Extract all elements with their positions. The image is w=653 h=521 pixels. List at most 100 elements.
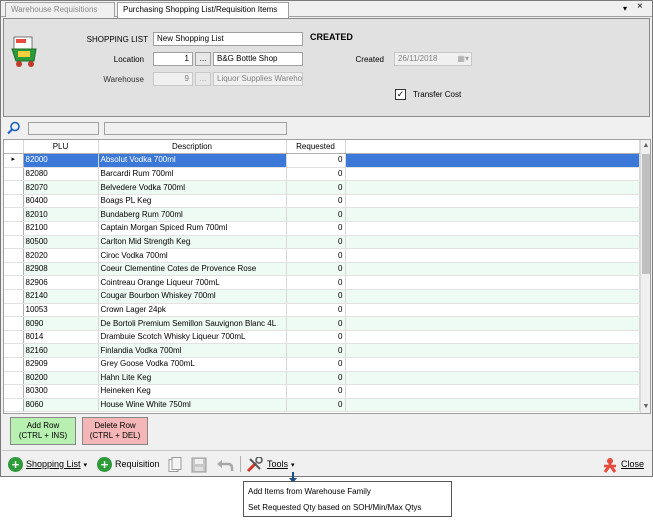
search-icon[interactable] [7, 121, 21, 135]
table-row[interactable]: 8090 De Bortoli Premium Semillon Sauvigno… [4, 316, 640, 331]
plu-cell[interactable]: 8014 [23, 330, 99, 345]
menu-item-set-requested-qty[interactable]: Set Requested Qty based on SOH/Min/Max Q… [248, 501, 421, 515]
shopping-list-name-field[interactable]: New Shopping List [153, 32, 303, 46]
scroll-thumb[interactable] [642, 154, 650, 274]
plu-cell[interactable]: 80500 [23, 235, 99, 250]
plu-cell[interactable]: 82906 [23, 275, 99, 291]
shopping-list-menu-button[interactable]: + Shopping List ▾ [8, 455, 87, 473]
requisition-button[interactable]: + Requisition [97, 455, 160, 473]
requested-cell[interactable]: 0 [286, 398, 346, 413]
requested-cell[interactable]: 0 [286, 289, 346, 304]
requested-cell[interactable]: 0 [286, 235, 346, 250]
description-cell[interactable]: Coeur Clementine Cotes de Provence Rose [98, 262, 287, 277]
description-cell[interactable]: Captain Morgan Spiced Rum 700ml [98, 221, 287, 236]
column-header-requested[interactable]: Requested [286, 140, 346, 155]
tab-list-dropdown-icon[interactable]: ▾ [623, 3, 627, 15]
requested-cell[interactable]: 0 [286, 316, 346, 331]
table-row[interactable]: 82909 Grey Goose Vodka 700mL 0 [4, 357, 640, 372]
table-row[interactable]: 82080 Barcardi Rum 700ml 0 [4, 167, 640, 182]
plu-cell[interactable]: 82020 [23, 248, 99, 263]
location-id-field[interactable]: 1 [153, 52, 193, 66]
menu-item-add-items-from-warehouse-family[interactable]: Add Items from Warehouse Family [248, 485, 371, 499]
plu-cell[interactable]: 82100 [23, 221, 99, 236]
tab-warehouse-requisitions[interactable]: Warehouse Requisitions [5, 2, 115, 17]
plu-cell[interactable]: 82080 [23, 167, 99, 182]
plu-cell[interactable]: 82070 [23, 180, 99, 195]
description-cell[interactable]: House Wine White 750ml [98, 398, 287, 413]
plu-cell[interactable]: 82160 [23, 343, 99, 358]
scroll-down-icon[interactable]: ▼ [641, 401, 650, 413]
tab-close-icon[interactable]: × [637, 1, 643, 13]
table-row[interactable]: 80500 Carlton Mid Strength Keg 0 [4, 235, 640, 250]
plu-cell[interactable]: 80300 [23, 384, 99, 399]
table-row[interactable]: 82100 Captain Morgan Spiced Rum 700ml 0 [4, 221, 640, 236]
requested-cell[interactable]: 0 [286, 343, 346, 358]
table-row[interactable]: 8014 Drambuie Scotch Whisky Liqueur 700mL… [4, 330, 640, 345]
plu-cell[interactable]: 82010 [23, 207, 99, 223]
description-cell[interactable]: Grey Goose Vodka 700mL [98, 357, 287, 372]
requested-cell[interactable]: 0 [286, 207, 346, 223]
description-cell[interactable]: Ciroc Vodka 700ml [98, 248, 287, 263]
plu-cell[interactable]: 10053 [23, 303, 99, 318]
table-row[interactable]: 82070 Belvedere Vodka 700ml 0 [4, 180, 640, 195]
plu-cell[interactable]: 82000 [23, 153, 99, 168]
table-row[interactable]: 80400 Boags PL Keg 0 [4, 194, 640, 209]
requested-cell[interactable]: 0 [286, 153, 346, 168]
requested-cell[interactable]: 0 [286, 248, 346, 263]
description-cell[interactable]: Finlandia Vodka 700ml [98, 343, 287, 358]
tools-menu-button[interactable]: Tools ▾ [246, 455, 295, 473]
table-row[interactable]: 82010 Bundaberg Rum 700ml 0 [4, 207, 640, 223]
description-cell[interactable]: Bundaberg Rum 700ml [98, 207, 287, 223]
table-row[interactable]: ▸ 82000 Absolut Vodka 700ml 0 [4, 153, 640, 168]
table-row[interactable]: 80200 Hahn Lite Keg 0 [4, 371, 640, 386]
plu-cell[interactable]: 80200 [23, 371, 99, 386]
table-row[interactable]: 10053 Crown Lager 24pk 0 [4, 303, 640, 318]
table-row[interactable]: 82020 Ciroc Vodka 700ml 0 [4, 248, 640, 263]
description-cell[interactable]: Cointreau Orange Liqueur 700mL [98, 275, 287, 291]
scroll-up-icon[interactable]: ▲ [641, 140, 650, 152]
transfer-cost-checkbox[interactable]: ✓ [395, 89, 406, 100]
table-row[interactable]: 82906 Cointreau Orange Liqueur 700mL 0 [4, 275, 640, 291]
requested-cell[interactable]: 0 [286, 180, 346, 195]
add-row-button[interactable]: Add Row (CTRL + INS) [10, 417, 76, 445]
column-header-description[interactable]: Description [98, 140, 287, 155]
description-filter-input[interactable] [104, 122, 287, 135]
description-cell[interactable]: Absolut Vodka 700ml [98, 153, 287, 168]
description-cell[interactable]: Cougar Bourbon Whiskey 700ml [98, 289, 287, 304]
table-row[interactable]: 8060 House Wine White 750ml 0 [4, 398, 640, 413]
description-cell[interactable]: Boags PL Keg [98, 194, 287, 209]
tab-shopping-list-items[interactable]: Purchasing Shopping List/Requisition Ite… [117, 2, 289, 18]
location-lookup-button[interactable]: ... [195, 52, 211, 66]
close-button[interactable]: Close [602, 455, 644, 473]
plu-cell[interactable]: 80400 [23, 194, 99, 209]
requested-cell[interactable]: 0 [286, 262, 346, 277]
description-cell[interactable]: Barcardi Rum 700ml [98, 167, 287, 182]
requested-cell[interactable]: 0 [286, 330, 346, 345]
plu-cell[interactable]: 8090 [23, 316, 99, 331]
requested-cell[interactable]: 0 [286, 303, 346, 318]
description-cell[interactable]: Belvedere Vodka 700ml [98, 180, 287, 195]
requested-cell[interactable]: 0 [286, 167, 346, 182]
description-cell[interactable]: Crown Lager 24pk [98, 303, 287, 318]
plu-cell[interactable]: 82909 [23, 357, 99, 372]
delete-row-button[interactable]: Delete Row (CTRL + DEL) [82, 417, 148, 445]
description-cell[interactable]: Hahn Lite Keg [98, 371, 287, 386]
plu-cell[interactable]: 82140 [23, 289, 99, 304]
description-cell[interactable]: Heineken Keg [98, 384, 287, 399]
requested-cell[interactable]: 0 [286, 275, 346, 291]
table-row[interactable]: 80300 Heineken Keg 0 [4, 384, 640, 399]
plu-cell[interactable]: 82908 [23, 262, 99, 277]
requested-cell[interactable]: 0 [286, 357, 346, 372]
requested-cell[interactable]: 0 [286, 384, 346, 399]
grid-vertical-scrollbar[interactable]: ▲ ▼ [640, 140, 650, 413]
description-cell[interactable]: De Bortoli Premium Semillon Sauvignon Bl… [98, 316, 287, 331]
table-row[interactable]: 82160 Finlandia Vodka 700ml 0 [4, 343, 640, 358]
table-row[interactable]: 82908 Coeur Clementine Cotes de Provence … [4, 262, 640, 277]
requested-cell[interactable]: 0 [286, 194, 346, 209]
description-cell[interactable]: Drambuie Scotch Whisky Liqueur 700mL [98, 330, 287, 345]
column-header-plu[interactable]: PLU [23, 140, 99, 155]
description-cell[interactable]: Carlton Mid Strength Keg [98, 235, 287, 250]
requested-cell[interactable]: 0 [286, 371, 346, 386]
plu-cell[interactable]: 8060 [23, 398, 99, 413]
plu-filter-input[interactable] [28, 122, 99, 135]
